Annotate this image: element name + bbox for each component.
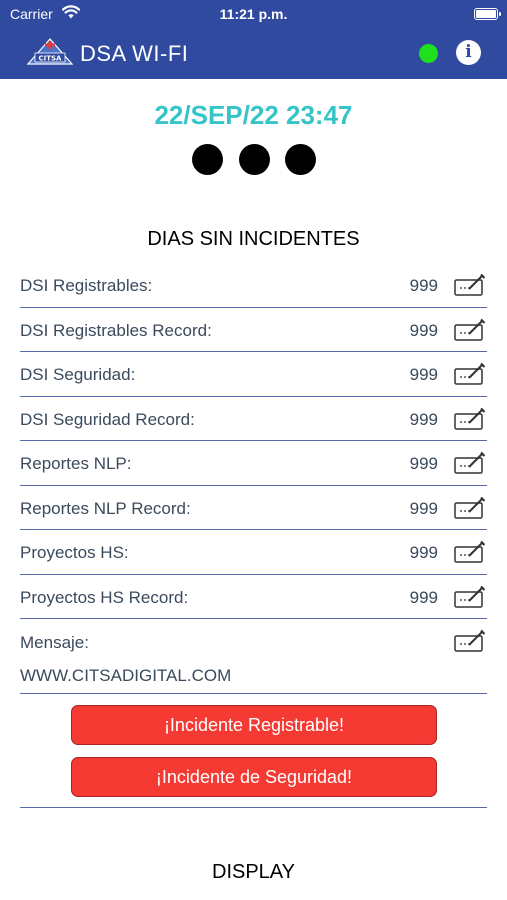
counter-label: DSI Seguridad Record: — [20, 409, 195, 429]
counter-row: Reportes NLP Record: 999 — [20, 486, 487, 530]
connection-status-indicator — [419, 44, 438, 63]
edit-icon[interactable] — [453, 540, 487, 564]
counters-list: DSI Registrables: 999 DSI Registrables R… — [20, 263, 487, 694]
citsa-logo: CITSA — [25, 37, 75, 67]
counter-value: 999 — [409, 454, 438, 473]
counter-value: 999 — [409, 276, 438, 295]
message-value: WWW.CITSADIGITAL.COM — [20, 666, 232, 685]
svg-text:CITSA: CITSA — [39, 55, 63, 63]
counter-label: DSI Registrables: — [20, 276, 153, 295]
edit-icon[interactable] — [453, 585, 487, 609]
counter-value: 999 — [409, 409, 438, 429]
counter-value: 999 — [409, 543, 438, 562]
counter-row: DSI Seguridad Record: 999 — [20, 397, 487, 441]
display-button[interactable]: DISPLAY — [0, 861, 507, 884]
counter-label: Proyectos HS Record: — [20, 587, 189, 607]
counter-label: Reportes NLP Record: — [20, 498, 191, 518]
counter-row: DSI Seguridad: 999 — [20, 352, 487, 397]
counter-value: 999 — [409, 498, 438, 518]
counter-value: 999 — [409, 320, 438, 340]
app-header: CITSA DSA WI-FI i — [0, 28, 507, 79]
connection-dots — [192, 144, 316, 175]
message-row: Mensaje: WWW.CITSADIGITAL.COM — [20, 619, 487, 694]
security-incident-button[interactable]: ¡Incidente de Seguridad! — [71, 757, 437, 797]
counter-value: 999 — [409, 365, 438, 384]
divider — [20, 807, 487, 808]
status-bar: Carrier 11:21 p.m. — [0, 0, 507, 28]
edit-icon[interactable] — [453, 407, 487, 431]
counter-label: Proyectos HS: — [20, 543, 129, 562]
counter-row: DSI Registrables: 999 — [20, 263, 487, 308]
section-title: DIAS SIN INCIDENTES — [147, 228, 360, 250]
edit-icon[interactable] — [453, 451, 487, 475]
counter-label: Reportes NLP: — [20, 454, 132, 473]
edit-icon[interactable] — [453, 273, 487, 297]
counter-row: Reportes NLP: 999 — [20, 441, 487, 486]
dot-indicator — [192, 144, 223, 175]
app-title: DSA WI-FI — [80, 41, 189, 66]
edit-icon[interactable] — [453, 318, 487, 342]
registrable-incident-button[interactable]: ¡Incidente Registrable! — [71, 705, 437, 745]
counter-row: Proyectos HS Record: 999 — [20, 575, 487, 619]
battery-icon — [474, 8, 501, 20]
counter-label: DSI Seguridad: — [20, 365, 136, 384]
counter-row: DSI Registrables Record: 999 — [20, 308, 487, 352]
edit-icon[interactable] — [453, 362, 487, 386]
counter-label: DSI Registrables Record: — [20, 320, 212, 340]
dot-indicator — [285, 144, 316, 175]
info-button[interactable]: i — [456, 40, 481, 65]
message-label: Mensaje: — [20, 633, 89, 652]
dot-indicator — [238, 144, 270, 175]
counter-row: Proyectos HS: 999 — [20, 530, 487, 575]
edit-icon[interactable] — [453, 629, 487, 653]
date-time-display: 22/SEP/22 23:47 — [154, 100, 353, 130]
clock: 11:21 p.m. — [219, 6, 288, 22]
counter-value: 999 — [409, 587, 438, 607]
edit-icon[interactable] — [453, 496, 487, 520]
